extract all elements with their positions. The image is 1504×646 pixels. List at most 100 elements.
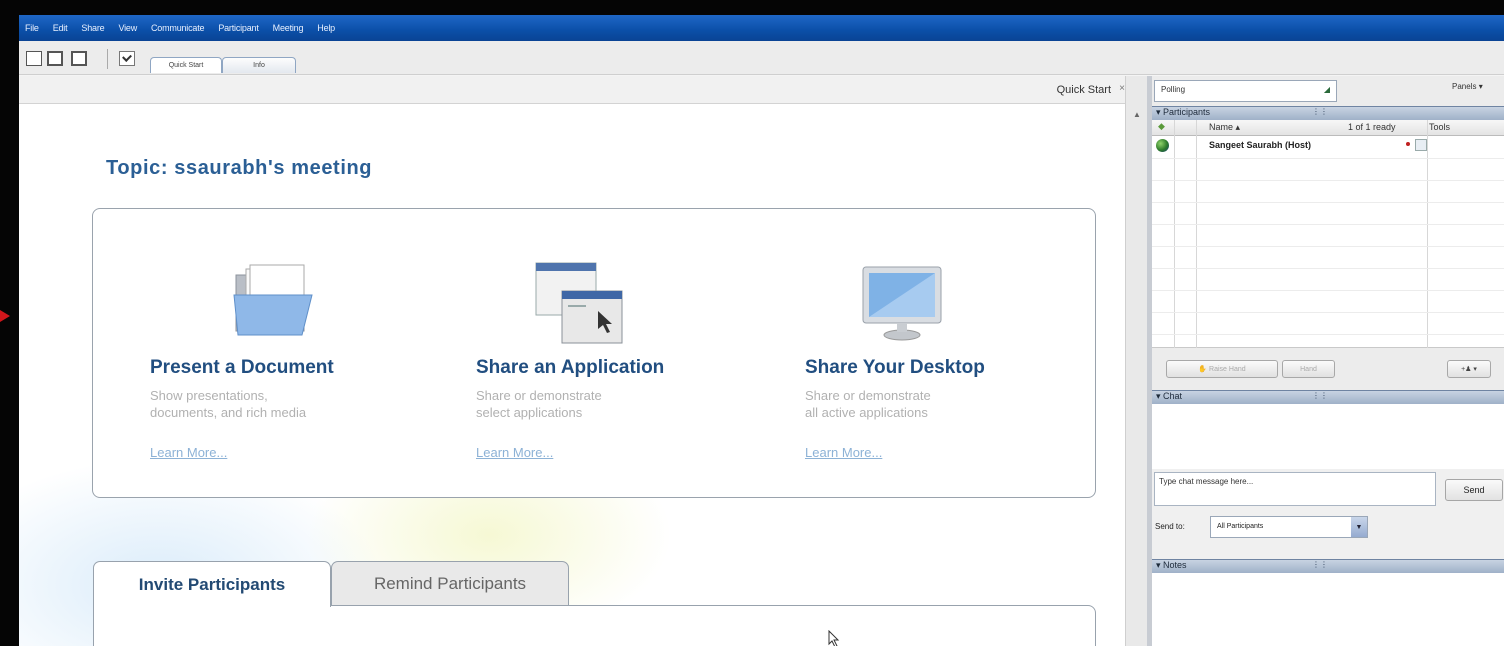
hand-icon: ✋: [1198, 366, 1208, 373]
tab-invite-participants[interactable]: Invite Participants: [93, 561, 331, 607]
chat-input[interactable]: Type chat message here...: [1154, 472, 1436, 506]
present-document-desc: Show presentations, documents, and rich …: [150, 387, 390, 421]
tab-quick-start[interactable]: Quick Start: [150, 57, 222, 73]
globe-icon: [1156, 139, 1169, 152]
share-desktop-desc-line2: all active applications: [805, 405, 928, 420]
menu-participant[interactable]: Participant: [218, 23, 259, 33]
polling-label: Polling: [1161, 85, 1186, 94]
menu-meeting[interactable]: Meeting: [273, 23, 304, 33]
present-document-title: Present a Document: [150, 357, 334, 378]
lower-hand-button[interactable]: Hand: [1282, 360, 1335, 378]
chevron-down-icon[interactable]: ▼: [1351, 517, 1367, 537]
share-application-learn-more[interactable]: Learn More...: [476, 445, 553, 460]
participants-list: ◆ Name ▴ 1 of 1 ready Tools Sangeet Saur…: [1152, 120, 1504, 348]
new-document-icon[interactable]: [26, 51, 42, 66]
notes-area[interactable]: [1152, 573, 1504, 646]
grid-line: [1152, 246, 1504, 247]
send-to-label: Send to:: [1155, 522, 1185, 531]
application-window-icon: [535, 262, 623, 344]
invite-panel: [93, 605, 1096, 646]
grip-icon[interactable]: ⋮⋮: [1312, 391, 1328, 400]
present-document-desc-line1: Show presentations,: [150, 388, 268, 403]
panels-menu-button[interactable]: Panels ▾: [1452, 82, 1483, 91]
collapse-icon[interactable]: ▾: [1156, 107, 1163, 117]
participants-panel-header[interactable]: ▾ Participants ⋮⋮: [1152, 106, 1504, 120]
column-ready: 1 of 1 ready: [1348, 122, 1396, 132]
menu-view[interactable]: View: [118, 23, 137, 33]
present-document-learn-more[interactable]: Learn More...: [150, 445, 227, 460]
status-dot-icon: [1406, 142, 1410, 146]
participants-actions: ✋ Raise Hand Hand +♟ ▾: [1152, 348, 1504, 390]
send-button[interactable]: Send: [1445, 479, 1503, 501]
menu-communicate[interactable]: Communicate: [151, 23, 205, 33]
column-name-label: Name: [1209, 122, 1234, 132]
share-desktop-desc-line1: Share or demonstrate: [805, 388, 931, 403]
participant-name: Sangeet Saurabh (Host): [1209, 140, 1312, 150]
grid-line: [1152, 224, 1504, 225]
menu-share[interactable]: Share: [81, 23, 104, 33]
present-document-desc-line2: documents, and rich media: [150, 405, 307, 420]
collapse-icon[interactable]: ▾: [1156, 560, 1163, 570]
grid-line: [1152, 180, 1504, 181]
status-icon: ◆: [1158, 121, 1165, 131]
column-name[interactable]: Name ▴: [1209, 122, 1240, 133]
collapse-icon[interactable]: ▾: [1156, 391, 1163, 401]
share-desktop-desc: Share or demonstrate all active applicat…: [805, 387, 1045, 421]
mouse-cursor-icon: [828, 630, 840, 646]
menu-edit[interactable]: Edit: [53, 23, 68, 33]
menu-help[interactable]: Help: [317, 23, 335, 33]
grid-line: [1152, 290, 1504, 291]
main-scrollbar[interactable]: ▲: [1125, 76, 1147, 646]
tab-info[interactable]: Info: [222, 57, 296, 73]
chat-header-label: Chat: [1163, 391, 1183, 401]
share-application-desc-line1: Share or demonstrate: [476, 388, 602, 403]
toolbar: Quick Start Info: [19, 41, 1504, 75]
folder-icon: [233, 264, 313, 336]
menu-file[interactable]: File: [25, 23, 39, 33]
panels-label: Panels: [1452, 82, 1477, 91]
meeting-topic: Topic: ssaurabh's meeting: [106, 157, 373, 179]
add-user-icon: +♟ ▾: [1461, 366, 1477, 373]
grid-line: [1152, 268, 1504, 269]
menu-bar: File Edit Share View Communicate Partici…: [19, 15, 1504, 41]
add-participant-button[interactable]: +♟ ▾: [1447, 360, 1491, 378]
full-screen-icon[interactable]: [71, 51, 87, 66]
quick-start-label: Quick Start: [1056, 84, 1111, 96]
share-desktop-title: Share Your Desktop: [805, 357, 985, 378]
grip-icon[interactable]: ⋮⋮: [1312, 107, 1328, 116]
tools-icon[interactable]: [1415, 139, 1427, 151]
annotate-icon[interactable]: [119, 51, 135, 66]
polling-dropdown[interactable]: Polling ◢: [1154, 80, 1337, 102]
grid-line: [1152, 202, 1504, 203]
quick-start-bar: Quick Start ×: [19, 76, 1125, 104]
share-options-card: Present a Document Show presentations, d…: [92, 208, 1096, 498]
participants-header-label: Participants: [1163, 107, 1211, 117]
notes-panel-header[interactable]: ▾ Notes ⋮⋮: [1152, 559, 1504, 573]
send-to-select[interactable]: All Participants ▼: [1210, 516, 1368, 538]
chat-history: [1152, 404, 1504, 469]
grid-line: [1152, 158, 1504, 159]
cascade-windows-icon[interactable]: [47, 51, 63, 66]
share-application-desc: Share or demonstrate select applications: [476, 387, 716, 421]
grip-icon[interactable]: ⋮⋮: [1312, 560, 1328, 569]
participants-list-header: ◆ Name ▴ 1 of 1 ready Tools: [1152, 120, 1504, 136]
monitor-icon: [862, 266, 942, 341]
raise-hand-label: Raise Hand: [1209, 365, 1246, 373]
table-row[interactable]: Sangeet Saurabh (Host): [1152, 136, 1504, 158]
toolbar-divider: [107, 49, 108, 69]
left-arrow-icon: [0, 310, 10, 322]
screen: File Edit Share View Communicate Partici…: [0, 0, 1504, 646]
share-desktop-learn-more[interactable]: Learn More...: [805, 445, 882, 460]
grid-line: [1152, 312, 1504, 313]
panels-topbar: Polling ◢ Panels ▾: [1152, 76, 1504, 106]
chat-panel-header[interactable]: ▾ Chat ⋮⋮: [1152, 390, 1504, 404]
main-content: Quick Start × Topic: ssaurabh's meeting: [19, 76, 1125, 646]
side-panels: Polling ◢ Panels ▾ ▾ Participants ⋮⋮ ◆ N…: [1152, 76, 1504, 646]
column-tools: Tools: [1429, 122, 1451, 132]
tab-remind-participants[interactable]: Remind Participants: [331, 561, 569, 605]
quick-start-page: Topic: ssaurabh's meeting Present a Docu…: [19, 105, 1125, 646]
notes-header-label: Notes: [1163, 560, 1187, 570]
raise-hand-button[interactable]: ✋ Raise Hand: [1166, 360, 1278, 378]
scroll-up-icon[interactable]: ▲: [1133, 110, 1141, 119]
grid-line: [1152, 334, 1504, 335]
